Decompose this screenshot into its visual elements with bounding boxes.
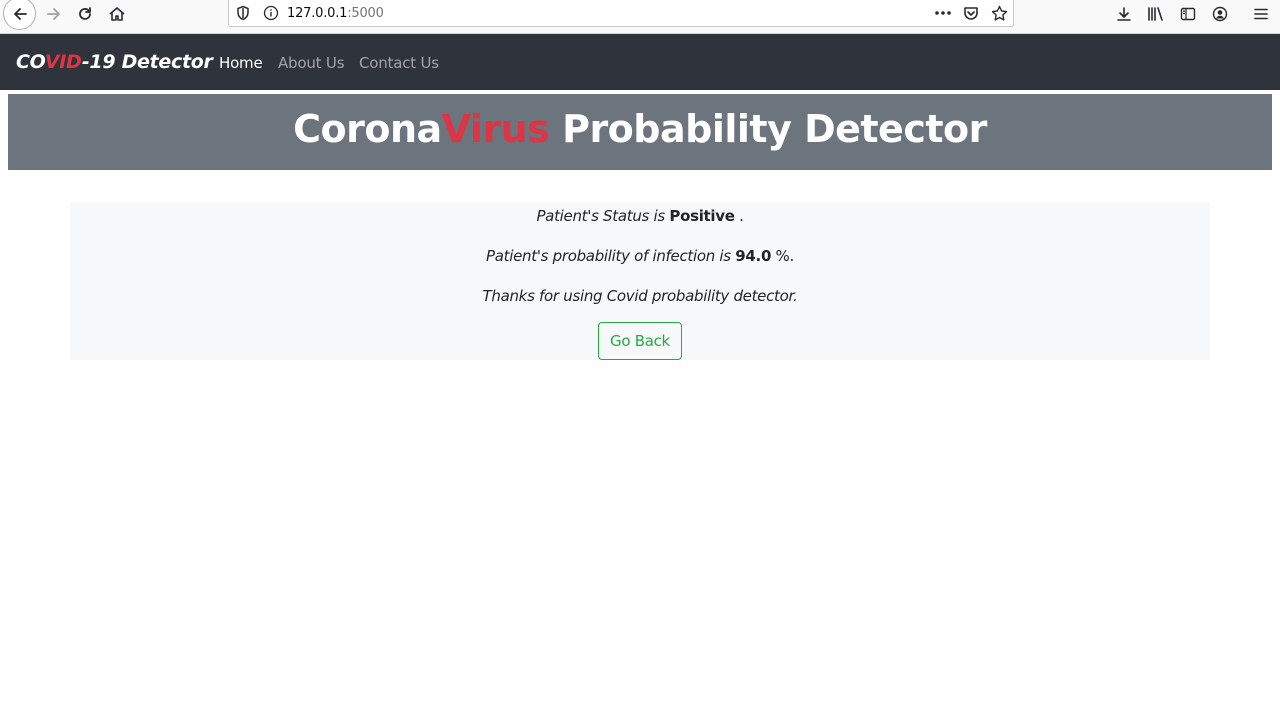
url-text[interactable]: 127.0.0.1:5000 <box>287 6 384 21</box>
page-title: CoronaVirus Probability Detector <box>8 107 1272 151</box>
prob-suffix: %. <box>771 247 795 265</box>
infection-probability-line: Patient's probability of infection is 94… <box>70 247 1210 265</box>
more-icon[interactable] <box>932 4 954 22</box>
nav-link-contact-us[interactable]: Contact Us <box>359 54 439 72</box>
status-prefix: Patient's Status is <box>536 207 670 225</box>
reload-icon[interactable] <box>69 0 101 28</box>
brand-logo[interactable]: COVID-19 Detector <box>16 51 213 73</box>
shield-icon[interactable] <box>235 5 251 25</box>
pocket-icon[interactable] <box>960 4 982 22</box>
forward-arrow-icon[interactable] <box>38 0 70 28</box>
url-port: :5000 <box>347 6 384 21</box>
title-part3: Probability Detector <box>549 107 987 151</box>
status-suffix: . <box>734 207 744 225</box>
go-back-button[interactable]: Go Back <box>598 322 682 360</box>
url-host: 127.0.0.1 <box>287 6 348 21</box>
library-icon[interactable] <box>1145 4 1167 24</box>
hero-banner: CoronaVirus Probability Detector <box>8 94 1272 170</box>
menu-icon[interactable] <box>1250 4 1272 24</box>
thanks-line: Thanks for using Covid probability detec… <box>482 287 798 305</box>
home-icon[interactable] <box>101 0 133 28</box>
brand-part1: CO <box>16 51 45 73</box>
url-bar[interactable]: 127.0.0.1:5000 <box>228 0 1014 27</box>
nav-link-home[interactable]: Home <box>219 54 263 72</box>
brand-part3: -19 Detector <box>81 51 213 73</box>
back-arrow-icon[interactable] <box>3 0 36 30</box>
title-part2: Virus <box>441 107 550 151</box>
brand-part2: VID <box>44 51 82 73</box>
star-icon[interactable] <box>988 4 1010 22</box>
title-part1: Corona <box>293 107 442 151</box>
account-icon[interactable] <box>1209 4 1231 24</box>
download-icon[interactable] <box>1113 4 1135 24</box>
sidebar-icon[interactable] <box>1177 4 1199 24</box>
patient-status-line: Patient's Status is Positive . <box>70 207 1210 225</box>
browser-toolbar: 127.0.0.1:5000 <box>0 0 1280 34</box>
nav-link-about-us[interactable]: About Us <box>278 54 345 72</box>
prob-prefix: Patient's probability of infection is <box>486 247 736 265</box>
site-navbar: COVID-19 Detector Home About Us Contact … <box>0 34 1280 90</box>
result-panel: Patient's Status is Positive . Patient's… <box>70 202 1210 360</box>
prob-value: 94.0 <box>735 247 772 265</box>
status-value: Positive <box>669 207 735 225</box>
info-icon[interactable] <box>263 5 279 25</box>
